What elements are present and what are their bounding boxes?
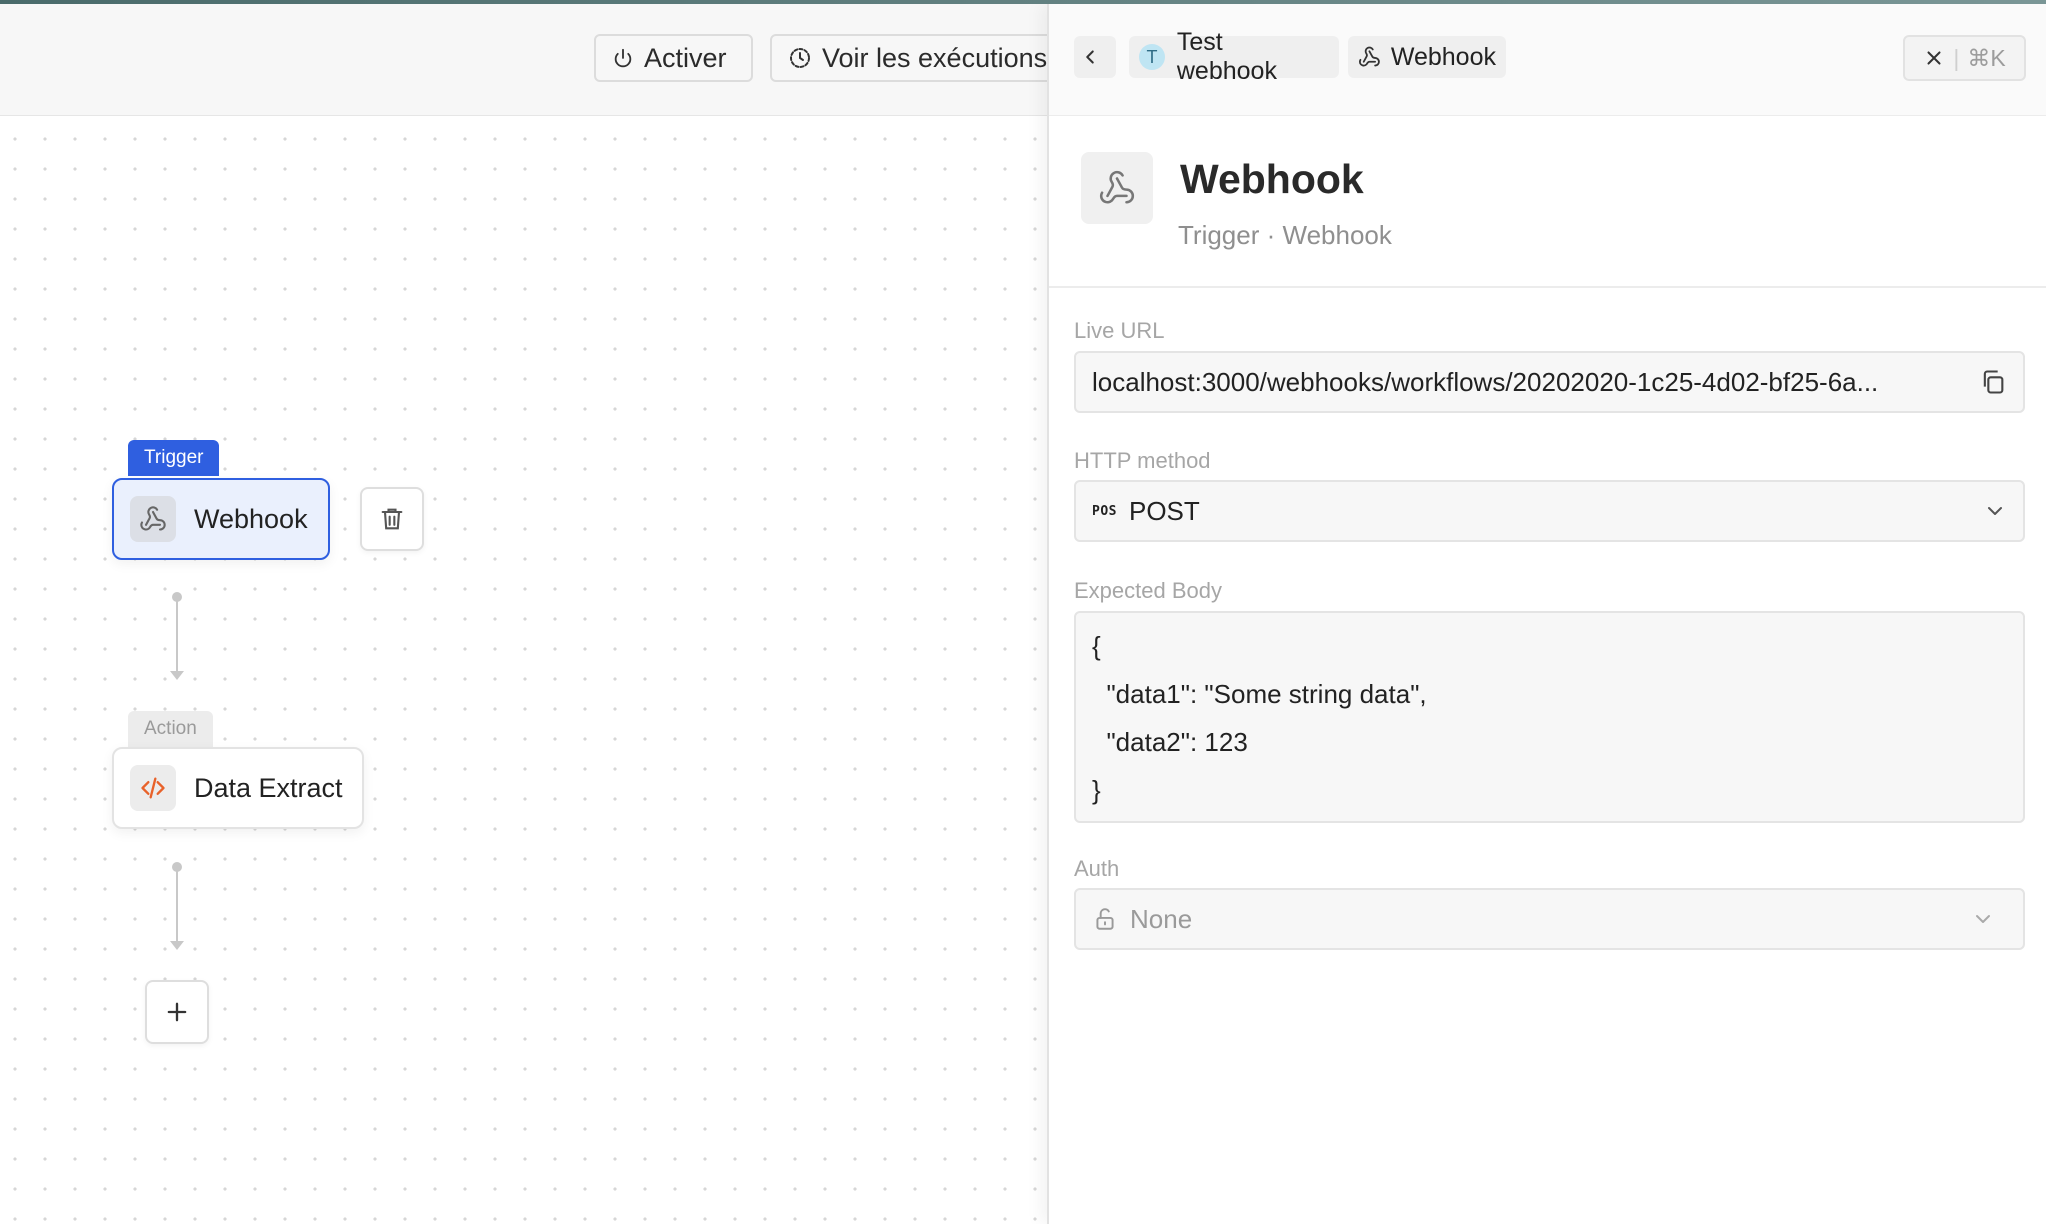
code-line: {: [1092, 631, 1101, 661]
back-button[interactable]: [1074, 36, 1116, 78]
auth-label: Auth: [1074, 856, 1120, 881]
http-method-select[interactable]: POS POST: [1074, 480, 2025, 542]
panel-subtitle: Trigger · Webhook: [1178, 220, 1392, 250]
add-node-button[interactable]: [145, 980, 209, 1044]
webhook-icon: [1358, 46, 1380, 67]
webhook-node-label: Webhook: [194, 503, 308, 534]
close-icon: [1927, 51, 1941, 65]
chevron-down-icon: [1988, 507, 2002, 515]
unlock-icon: [1096, 908, 1114, 930]
http-method-value: POST: [1128, 495, 1200, 526]
webhook-trigger-node[interactable]: Webhook: [112, 478, 330, 560]
activate-label: Activer: [644, 42, 727, 73]
copy-icon[interactable]: [1979, 368, 2007, 396]
panel-title-block: Webhook Trigger · Webhook: [1049, 116, 2046, 288]
chevron-left-icon: [1086, 50, 1094, 64]
canvas-toolbar: Activer Voir les exécutions: [0, 4, 1048, 116]
node-settings-panel: T Test webhook Webhook | ⌘K Webhook Trig…: [1047, 4, 2046, 1224]
trigger-tag: Trigger: [128, 440, 220, 476]
view-executions-label: Voir les exécutions: [822, 42, 1048, 73]
breadcrumb-node-label: Webhook: [1390, 42, 1496, 71]
edge-connector: [170, 862, 184, 950]
data-extract-action-node[interactable]: Data Extract: [112, 747, 364, 829]
plus-icon: [167, 1002, 187, 1022]
activate-button[interactable]: Activer: [594, 34, 753, 82]
expected-body-editor[interactable]: { "data1": "Some string data", "data2": …: [1074, 611, 2025, 823]
edge-connector: [170, 592, 184, 680]
expected-body-label: Expected Body: [1074, 578, 1222, 603]
live-url-field[interactable]: localhost:3000/webhooks/workflows/202020…: [1074, 351, 2025, 413]
http-method-label: HTTP method: [1074, 448, 1211, 473]
breadcrumb-workflow[interactable]: T Test webhook: [1129, 28, 1339, 85]
live-url-label: Live URL: [1074, 318, 1165, 343]
window-top-accent: [0, 0, 2046, 4]
code-icon: [130, 765, 176, 811]
auth-value: None: [1130, 903, 1193, 934]
code-line: "data1": "Some string data",: [1092, 679, 1427, 709]
delete-node-button[interactable]: [360, 487, 424, 551]
webhook-icon: [1081, 152, 1153, 224]
auth-select[interactable]: None: [1074, 888, 2025, 950]
view-executions-button[interactable]: Voir les exécutions: [770, 34, 1048, 82]
shortcut-separator: |: [1953, 44, 1960, 71]
action-tag: Action: [128, 711, 213, 747]
power-icon: [614, 48, 632, 68]
live-url-value: localhost:3000/webhooks/workflows/202020…: [1092, 366, 1879, 397]
breadcrumb-workflow-label: Test webhook: [1176, 28, 1277, 85]
close-shortcut-hint: ⌘K: [1967, 44, 2006, 71]
close-panel-button[interactable]: | ⌘K: [1903, 35, 2026, 81]
data-extract-node-label: Data Extract: [194, 772, 343, 803]
code-line: }: [1092, 775, 1101, 805]
code-line: "data2": 123: [1092, 727, 1248, 757]
chevron-down-icon: [1976, 915, 1990, 923]
workflow-avatar: T: [1139, 44, 1165, 70]
breadcrumb-node[interactable]: Webhook: [1348, 36, 1506, 78]
history-icon: [790, 48, 810, 68]
workflow-canvas[interactable]: Activer Voir les exécutions Trigger Webh…: [0, 0, 1048, 1224]
webhook-icon: [130, 496, 176, 542]
panel-header: T Test webhook Webhook | ⌘K: [1049, 4, 2046, 116]
http-method-badge-icon: POS: [1092, 503, 1117, 519]
trash-icon: [381, 508, 403, 530]
panel-title[interactable]: Webhook: [1180, 156, 1364, 203]
